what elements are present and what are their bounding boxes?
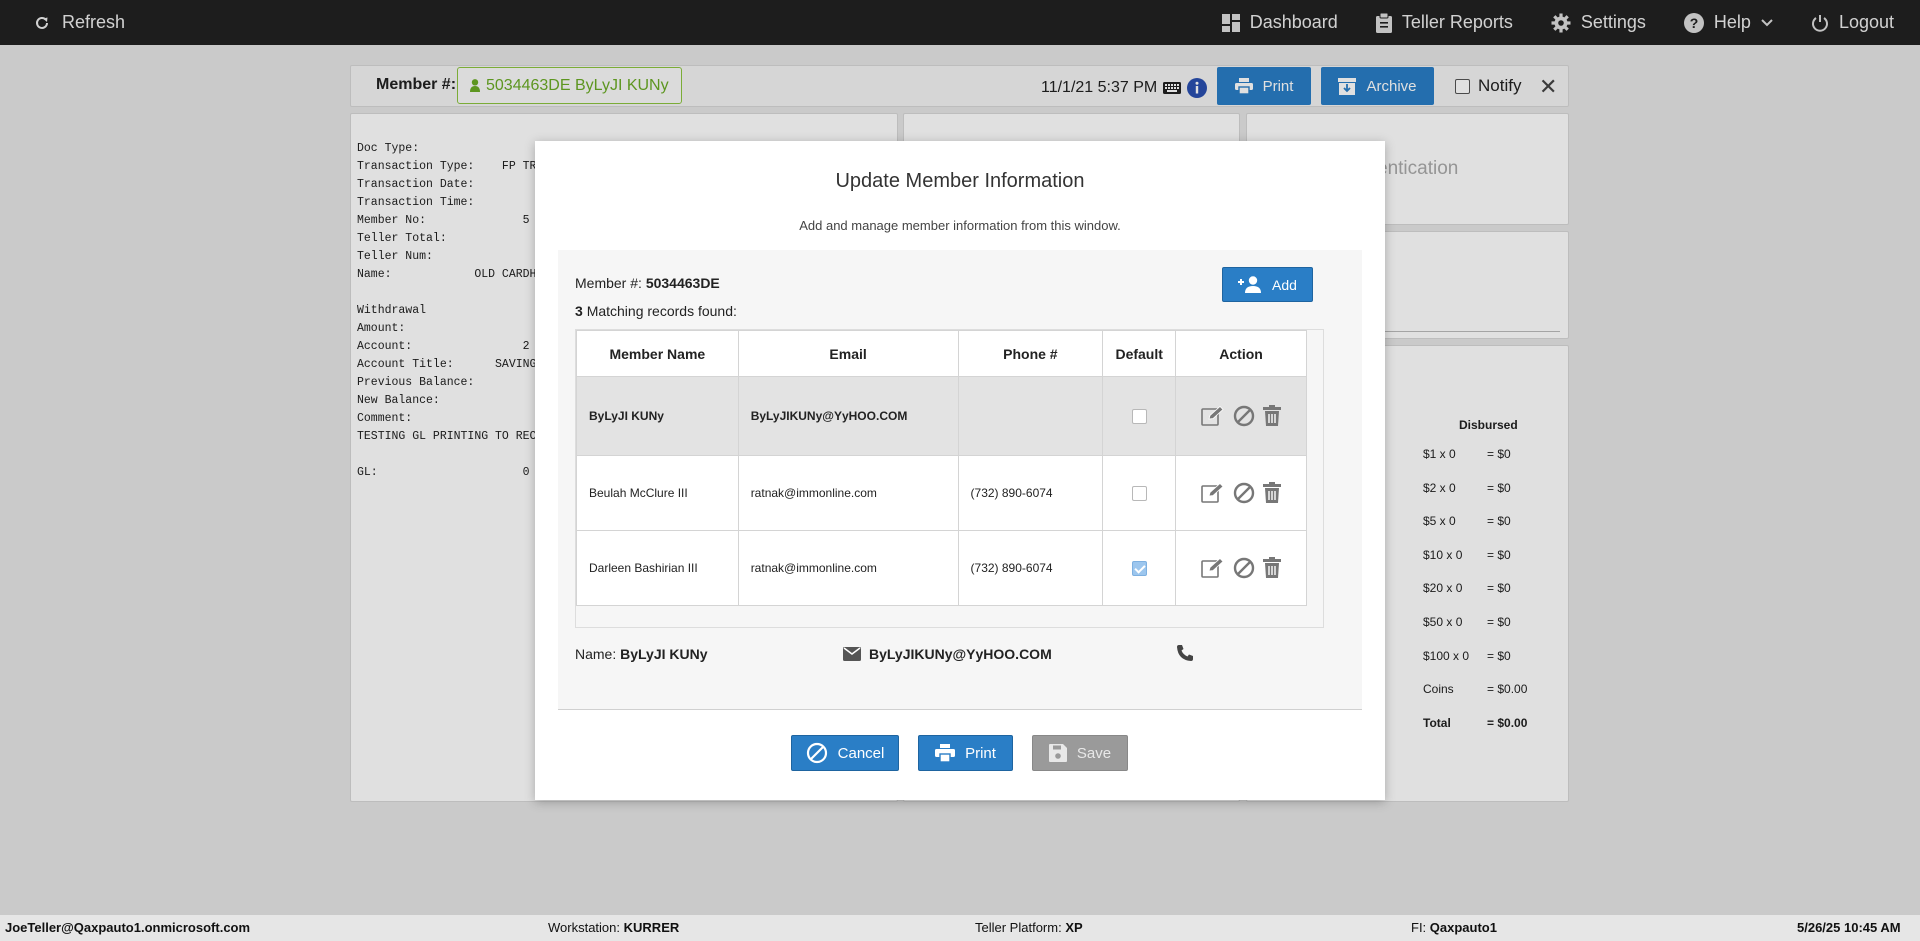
member-number-line: Member #: 5034463DE	[575, 275, 720, 291]
row-default-cell	[1102, 530, 1177, 606]
member-number-label: Member #:	[575, 275, 642, 291]
platform-label: Teller Platform:	[975, 920, 1062, 935]
status-fi: FI: Qaxpauto1	[1411, 920, 1497, 935]
phone-icon	[1176, 644, 1194, 665]
row-member-name: ByLyJI KUNy	[576, 376, 739, 456]
row-phone	[957, 376, 1104, 456]
cancel-button[interactable]: Cancel	[791, 735, 899, 771]
cancel-label: Cancel	[837, 744, 885, 762]
status-user: JoeTeller@Qaxpauto1.onmicrosoft.com	[5, 920, 251, 935]
row-default-cell	[1102, 376, 1177, 456]
col-action: Action	[1175, 330, 1307, 377]
workstation-value: KURRER	[623, 920, 680, 935]
member-table-container: Member Name Email Phone # Default Action…	[575, 329, 1324, 628]
row-actions	[1175, 455, 1307, 531]
table-row[interactable]: Beulah McClure III ratnak@immonline.com (7…	[576, 455, 1307, 531]
block-icon[interactable]	[1233, 405, 1255, 427]
row-member-name: Darleen Bashirian III	[576, 530, 739, 606]
summary-name-value: ByLyJI KUNy	[620, 646, 708, 662]
default-checkbox[interactable]	[1131, 485, 1147, 501]
add-member-button[interactable]: Add	[1222, 267, 1313, 302]
platform-value: XP	[1065, 920, 1083, 935]
save-label: Save	[1076, 744, 1112, 762]
update-member-modal: Update Member Information Add and manage…	[535, 141, 1385, 800]
match-count-line: 3 Matching records found:	[575, 303, 737, 319]
row-email: ratnak@immonline.com	[737, 455, 959, 531]
status-workstation: Workstation: KURRER	[548, 920, 679, 935]
summary-email-value: ByLyJIKUNy@YyHOO.COM	[869, 646, 1052, 662]
modal-print-label: Print	[965, 744, 996, 762]
fi-label: FI:	[1411, 920, 1427, 935]
block-icon[interactable]	[1233, 482, 1255, 504]
row-member-name: Beulah McClure III	[576, 455, 739, 531]
modal-print-button[interactable]: Print	[918, 735, 1013, 771]
save-icon	[1048, 744, 1067, 762]
match-text: Matching records found:	[586, 303, 737, 319]
row-actions	[1175, 376, 1307, 456]
match-count: 3	[575, 303, 583, 319]
workstation-label: Workstation:	[548, 920, 621, 935]
member-records-section: Member #: 5034463DE 3 Matching records f…	[558, 250, 1362, 710]
trash-icon[interactable]	[1263, 405, 1282, 427]
status-bar: JoeTeller@Qaxpauto1.onmicrosoft.com Work…	[0, 915, 1920, 941]
trash-icon[interactable]	[1263, 482, 1282, 504]
summary-email: ByLyJIKUNy@YyHOO.COM	[843, 646, 1052, 662]
save-button[interactable]: Save	[1032, 735, 1128, 771]
edit-icon[interactable]	[1201, 558, 1225, 578]
row-default-cell	[1102, 455, 1177, 531]
table-row[interactable]: ByLyJI KUNy ByLyJIKUNy@YyHOO.COM	[576, 376, 1307, 456]
trash-icon[interactable]	[1263, 557, 1282, 579]
cancel-icon	[806, 742, 828, 764]
summary-name-label: Name:	[575, 646, 617, 662]
block-icon[interactable]	[1233, 557, 1255, 579]
default-checkbox[interactable]	[1131, 408, 1147, 424]
selected-member-summary: Name: ByLyJI KUNy ByLyJIKUNy@YyHOO.COM	[575, 642, 1345, 666]
summary-name: Name: ByLyJI KUNy	[575, 646, 708, 662]
col-member-name: Member Name	[576, 330, 739, 377]
table-header-row: Member Name Email Phone # Default Action	[576, 330, 1307, 377]
row-email: ByLyJIKUNy@YyHOO.COM	[737, 376, 959, 456]
row-phone: (732) 890-6074	[957, 530, 1104, 606]
row-actions	[1175, 530, 1307, 606]
col-default: Default	[1102, 330, 1177, 377]
add-label: Add	[1272, 276, 1297, 293]
member-number-value: 5034463DE	[645, 275, 720, 291]
member-table: Member Name Email Phone # Default Action…	[576, 330, 1307, 606]
col-email: Email	[737, 330, 959, 377]
col-phone: Phone #	[957, 330, 1104, 377]
row-email: ratnak@immonline.com	[737, 530, 959, 606]
edit-icon[interactable]	[1201, 406, 1225, 426]
add-user-icon	[1238, 276, 1262, 293]
fi-value: Qaxpauto1	[1429, 920, 1497, 935]
envelope-icon	[843, 647, 861, 661]
status-platform: Teller Platform: XP	[975, 920, 1083, 935]
status-datetime: 5/26/25 10:45 AM	[1797, 920, 1901, 935]
table-row[interactable]: Darleen Bashirian III ratnak@immonline.co…	[576, 530, 1307, 606]
modal-subtitle: Add and manage member information from t…	[799, 218, 1121, 233]
printer-icon	[935, 744, 956, 762]
modal-title: Update Member Information	[835, 170, 1085, 192]
edit-icon[interactable]	[1201, 483, 1225, 503]
row-phone: (732) 890-6074	[957, 455, 1104, 531]
default-checkbox[interactable]	[1131, 560, 1147, 576]
